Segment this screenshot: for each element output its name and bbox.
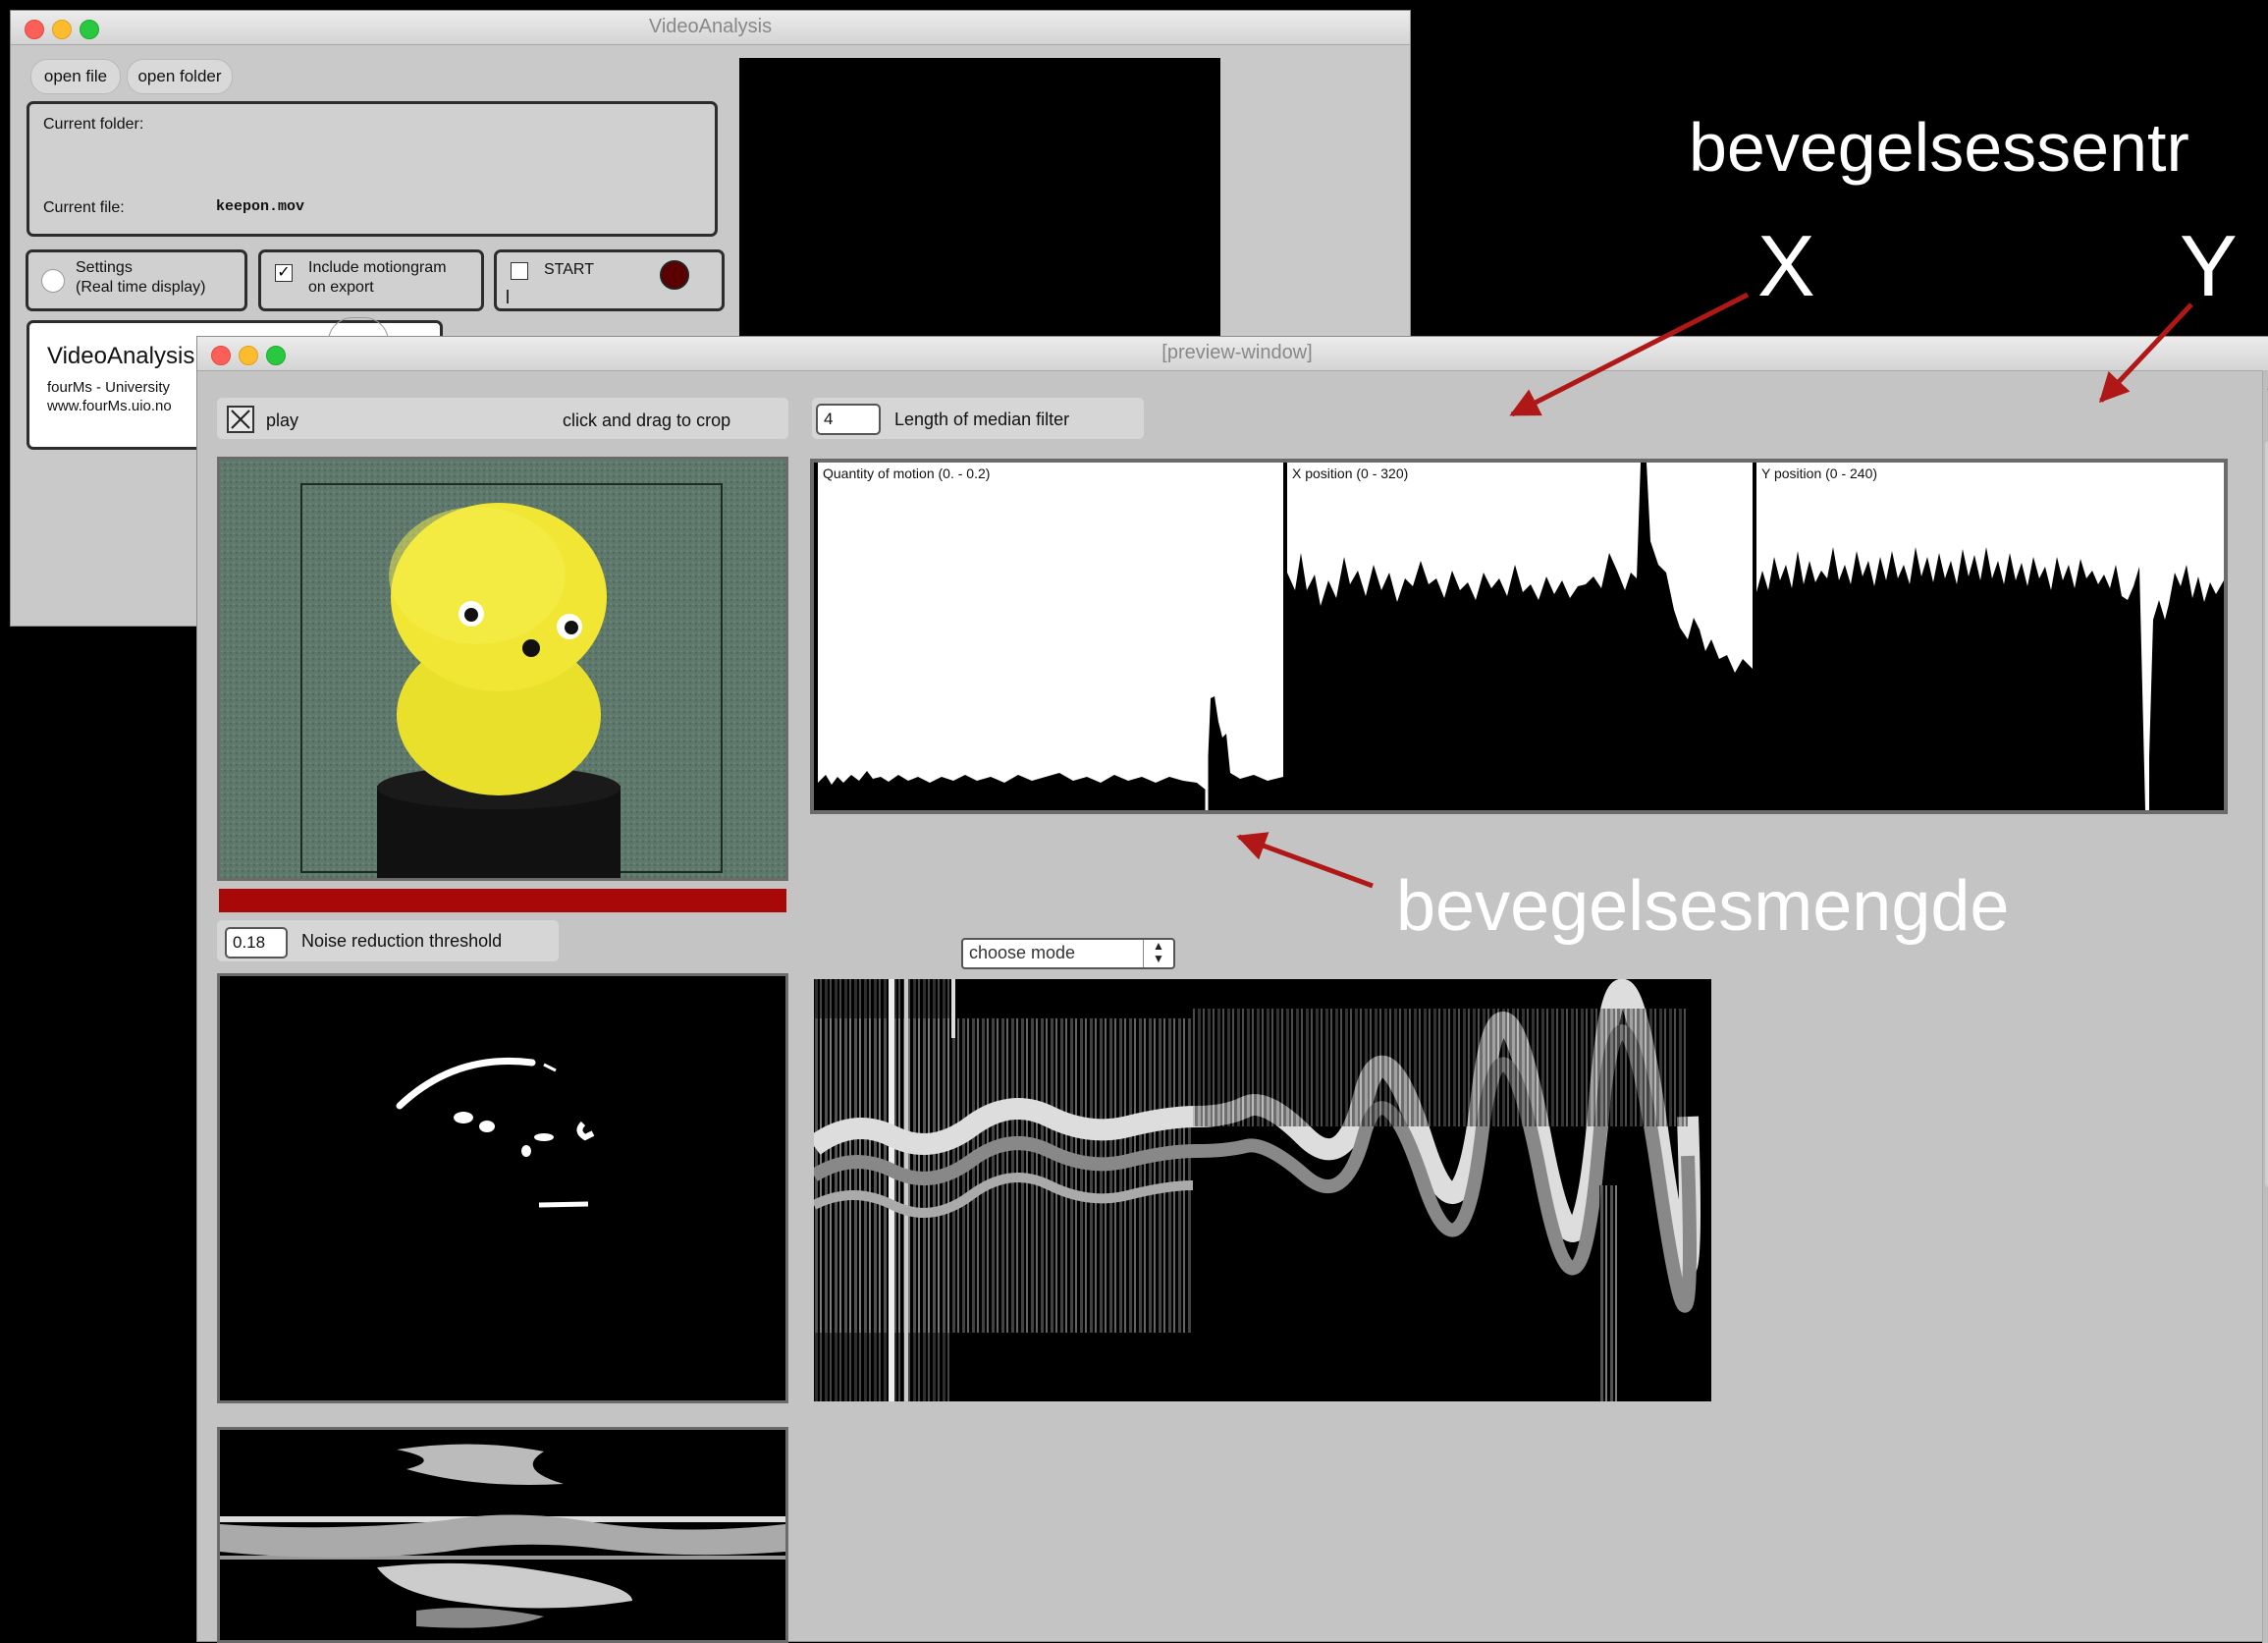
horizontal-motiongram-image bbox=[220, 1444, 785, 1628]
about-line1: fourMs - University bbox=[47, 379, 171, 396]
start-cursor bbox=[507, 290, 509, 303]
vertical-scrollbar[interactable]: ▲ bbox=[2262, 370, 2268, 1643]
play-toggle[interactable] bbox=[227, 406, 254, 433]
x-position-graph: X position (0 - 320) bbox=[1287, 463, 1753, 810]
x-graph-label: X position (0 - 320) bbox=[1292, 466, 1409, 481]
preview-window: [preview-window] play click and drag to … bbox=[196, 336, 2268, 1643]
current-file-label: Current file: bbox=[43, 199, 125, 216]
motiongram-label: Include motiongram bbox=[308, 259, 447, 276]
y-annotation: Y bbox=[2180, 217, 2238, 314]
main-window-title: VideoAnalysis bbox=[648, 16, 773, 37]
keepon-robot-image bbox=[220, 460, 785, 878]
centroid-annotation: bevegelsessentr bbox=[1689, 109, 2189, 186]
graphs-container: Quantity of motion (0. - 0.2) X position… bbox=[810, 459, 2228, 814]
start-label: START bbox=[544, 261, 594, 278]
settings-radio[interactable] bbox=[41, 269, 65, 293]
settings-sublabel: (Real time display) bbox=[76, 279, 206, 296]
quantity-of-motion-graph: Quantity of motion (0. - 0.2) bbox=[818, 463, 1283, 810]
y-graph-label: Y position (0 - 240) bbox=[1761, 466, 1878, 481]
dropdown-stepper-icon: ▲ ▼ bbox=[1143, 940, 1173, 967]
current-file-value: keepon.mov bbox=[216, 198, 305, 215]
start-panel[interactable]: START bbox=[494, 249, 725, 311]
about-line2: www.fourMs.uio.no bbox=[47, 398, 172, 414]
x-annotation: X bbox=[1757, 217, 1815, 314]
progress-bar[interactable] bbox=[219, 889, 786, 912]
preview-titlebar: [preview-window] bbox=[197, 337, 2268, 371]
median-filter-label: Length of median filter bbox=[894, 410, 1070, 429]
current-folder-label: Current folder: bbox=[43, 116, 144, 133]
noise-threshold-input[interactable]: 0.18 bbox=[225, 927, 288, 958]
preview-window-title: [preview-window] bbox=[1161, 342, 1313, 363]
x-mark-icon bbox=[231, 410, 250, 429]
noise-threshold-label: Noise reduction threshold bbox=[301, 931, 503, 951]
open-folder-button[interactable]: open folder bbox=[127, 59, 233, 94]
settings-label: Settings bbox=[76, 259, 133, 276]
vertical-motiongram bbox=[814, 979, 1711, 1401]
motiongram-panel[interactable]: ✓ Include motiongram on export bbox=[258, 249, 484, 311]
motion-outline bbox=[396, 1057, 595, 1208]
quantity-graph-label: Quantity of motion (0. - 0.2) bbox=[823, 466, 991, 481]
mode-dropdown[interactable]: choose mode ▲ ▼ bbox=[961, 938, 1175, 969]
record-button[interactable] bbox=[660, 260, 689, 290]
horizontal-motiongram bbox=[217, 1427, 788, 1643]
mode-dropdown-value: choose mode bbox=[969, 943, 1076, 962]
settings-panel[interactable]: Settings (Real time display) bbox=[26, 249, 247, 311]
main-video-display bbox=[739, 58, 1220, 350]
y-position-graph: Y position (0 - 240) bbox=[1756, 463, 2224, 810]
camera-view[interactable] bbox=[217, 457, 788, 881]
median-filter-input[interactable]: 4 bbox=[816, 404, 881, 435]
x-position-plot bbox=[1287, 463, 1753, 810]
main-titlebar: VideoAnalysis bbox=[11, 11, 1410, 45]
y-position-plot bbox=[1756, 547, 2224, 810]
vertical-motiongram-image bbox=[814, 979, 1701, 1401]
play-label: play bbox=[266, 411, 299, 430]
file-info-panel: Current folder: Current file: keepon.mov bbox=[27, 101, 718, 237]
motiongram-sublabel: on export bbox=[308, 279, 374, 296]
motion-image bbox=[217, 973, 788, 1403]
quantity-plot bbox=[818, 696, 1283, 810]
motiongram-checkbox[interactable]: ✓ bbox=[275, 264, 293, 282]
crop-hint: click and drag to crop bbox=[563, 411, 731, 430]
open-file-button[interactable]: open file bbox=[30, 59, 121, 94]
start-checkbox[interactable] bbox=[511, 262, 528, 280]
quantity-annotation: bevegelsesmengde bbox=[1396, 867, 2010, 946]
about-title: VideoAnalysis bbox=[47, 343, 195, 369]
